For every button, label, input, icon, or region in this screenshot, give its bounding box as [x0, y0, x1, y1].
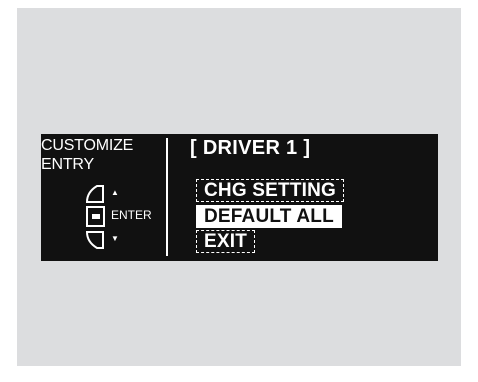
menu-item-chg-setting[interactable]: CHG SETTING — [196, 179, 345, 202]
enter-label: ENTER — [111, 208, 152, 222]
menu-item-exit[interactable]: EXIT — [196, 230, 256, 253]
menu-item-default-all[interactable]: DEFAULT ALL — [196, 205, 342, 228]
driver-header: [ DRIVER 1 ] — [190, 137, 311, 159]
divider — [166, 138, 168, 256]
multi-info-display: CUSTOMIZE ENTRY ▲ ENTER ▼ [ DRIVER 1 ] C… — [41, 134, 438, 261]
mode-title: CUSTOMIZE ENTRY — [41, 136, 133, 174]
mode-title-line1: CUSTOMIZE — [41, 137, 134, 154]
up-arrow-icon: ▲ — [111, 188, 119, 197]
down-arrow-icon: ▼ — [111, 234, 119, 243]
mode-title-line2: ENTRY — [41, 156, 94, 173]
selector-knob-icon — [85, 185, 105, 249]
